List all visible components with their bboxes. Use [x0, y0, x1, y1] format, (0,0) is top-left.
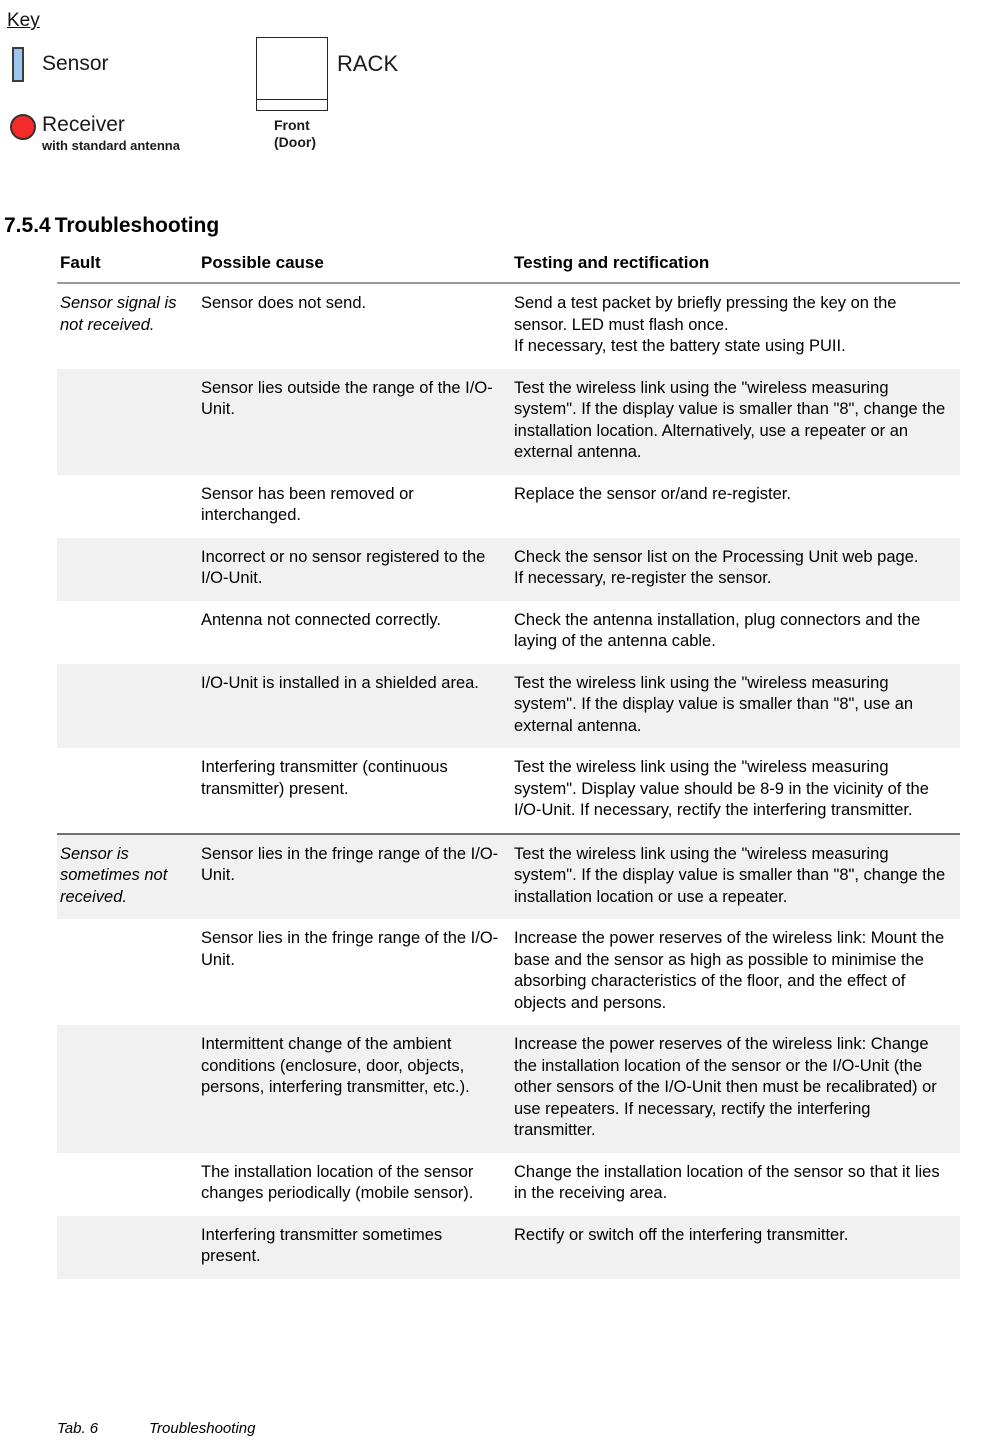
table-row: The installation location of the sensor …: [57, 1153, 960, 1216]
cell-fault: [57, 663, 198, 748]
table-row: Sensor is sometimes not received. Sensor …: [57, 832, 960, 919]
table-row: Antenna not connected correctly. Check th…: [57, 601, 960, 664]
cell-testing-rectification: Check the sensor list on the Processing …: [511, 537, 960, 601]
rack-caption-front: Front: [274, 117, 310, 133]
table-caption-number: Tab. 6: [57, 1420, 99, 1437]
section-title: Troubleshooting: [54, 214, 220, 237]
cell-testing-rectification: Replace the sensor or/and re-register.: [514, 484, 791, 503]
section-heading: 7.5.4 Troubleshooting: [4, 213, 219, 239]
cell-fault: Sensor signal is not received.: [57, 282, 198, 369]
cell-fault: [57, 919, 198, 1025]
cell-possible-cause: Interfering transmitter (continuous tran…: [201, 758, 448, 798]
troubleshooting-table-wrapper: Fault Possible cause Testing and rectifi…: [57, 252, 960, 1279]
cell-possible-cause: Interfering transmitter sometimes presen…: [198, 1215, 511, 1279]
cell-possible-cause: Sensor does not send.: [198, 282, 511, 369]
table-row: Intermittent change of the ambient condi…: [57, 1025, 960, 1153]
sensor-legend-label: Sensor: [42, 52, 109, 75]
cell-fault: [57, 1215, 198, 1279]
cell-possible-cause: Intermittent change of the ambient condi…: [198, 1025, 511, 1153]
key-legend: Key Sensor Receiver with standard antenn…: [0, 0, 1005, 195]
rack-front-door-strip: [257, 99, 327, 110]
cell-possible-cause: Antenna not connected correctly.: [201, 610, 442, 629]
table-body: Sensor signal is not received. Sensor doe…: [57, 282, 960, 1279]
table-row: Sensor lies outside the range of the I/O…: [57, 368, 960, 475]
cell-fault: [57, 1025, 198, 1153]
table-row: Sensor signal is not received. Sensor doe…: [57, 282, 960, 369]
section-number: 7.5.4: [4, 214, 51, 237]
column-header-fault: Fault: [57, 252, 198, 284]
cell-possible-cause: The installation location of the sensor …: [201, 1162, 474, 1203]
cell-possible-cause: Sensor lies in the fringe range of the I…: [198, 832, 511, 919]
table-row: I/O-Unit is installed in a shielded area…: [57, 663, 960, 748]
cell-testing-rectification: Rectify or switch off the interfering tr…: [511, 1215, 960, 1279]
cell-fault: [57, 748, 198, 834]
table-caption-text: Troubleshooting: [149, 1420, 256, 1437]
column-header-possible-cause: Possible cause: [198, 252, 511, 284]
table-row: Incorrect or no sensor registered to the…: [57, 537, 960, 601]
cell-fault: [57, 537, 198, 601]
cell-testing-rectification: Increase the power reserves of the wirel…: [511, 1025, 960, 1153]
receiver-swatch-icon: [10, 114, 36, 140]
cell-fault: [57, 475, 198, 538]
cell-possible-cause: Sensor has been removed or interchanged.: [201, 484, 414, 525]
cell-testing-rectification: Test the wireless link using the "wirele…: [514, 758, 929, 819]
cell-fault: Sensor is sometimes not received.: [57, 832, 198, 919]
cell-testing-rectification: Test the wireless link using the "wirele…: [511, 832, 960, 919]
receiver-legend-label: Receiver: [42, 113, 125, 136]
table-row: Sensor lies in the fringe range of the I…: [57, 919, 960, 1025]
table-row: Interfering transmitter sometimes presen…: [57, 1215, 960, 1279]
cell-fault: [57, 1153, 198, 1216]
cell-testing-rectification: Change the installation location of the …: [514, 1162, 940, 1203]
cell-possible-cause: Sensor lies in the fringe range of the I…: [201, 929, 499, 969]
table-row: Sensor has been removed or interchanged.…: [57, 475, 960, 538]
rack-caption-door: (Door): [274, 134, 316, 150]
rack-diagram-icon: [256, 37, 328, 111]
cell-testing-rectification: Check the antenna installation, plug con…: [514, 610, 921, 651]
cell-testing-rectification: Test the wireless link using the "wirele…: [511, 368, 960, 475]
key-legend-title: Key: [7, 10, 40, 31]
receiver-legend-sublabel: with standard antenna: [42, 138, 180, 153]
cell-possible-cause: I/O-Unit is installed in a shielded area…: [198, 663, 511, 748]
table-row: Interfering transmitter (continuous tran…: [57, 748, 960, 834]
cell-fault: [57, 601, 198, 664]
table-header-row: Fault Possible cause Testing and rectifi…: [57, 252, 960, 284]
troubleshooting-table: Fault Possible cause Testing and rectifi…: [57, 252, 960, 1279]
cell-fault: [57, 368, 198, 475]
cell-testing-rectification: Test the wireless link using the "wirele…: [511, 663, 960, 748]
table-caption: Tab. 6 Troubleshooting: [57, 1419, 255, 1438]
column-header-testing-rectification: Testing and rectification: [511, 252, 960, 284]
rack-legend-label: RACK: [337, 51, 399, 76]
cell-testing-rectification: Send a test packet by briefly pressing t…: [511, 282, 960, 369]
cell-testing-rectification: Increase the power reserves of the wirel…: [514, 929, 945, 1012]
cell-possible-cause: Incorrect or no sensor registered to the…: [198, 537, 511, 601]
cell-possible-cause: Sensor lies outside the range of the I/O…: [198, 368, 511, 475]
sensor-swatch-icon: [12, 47, 24, 82]
